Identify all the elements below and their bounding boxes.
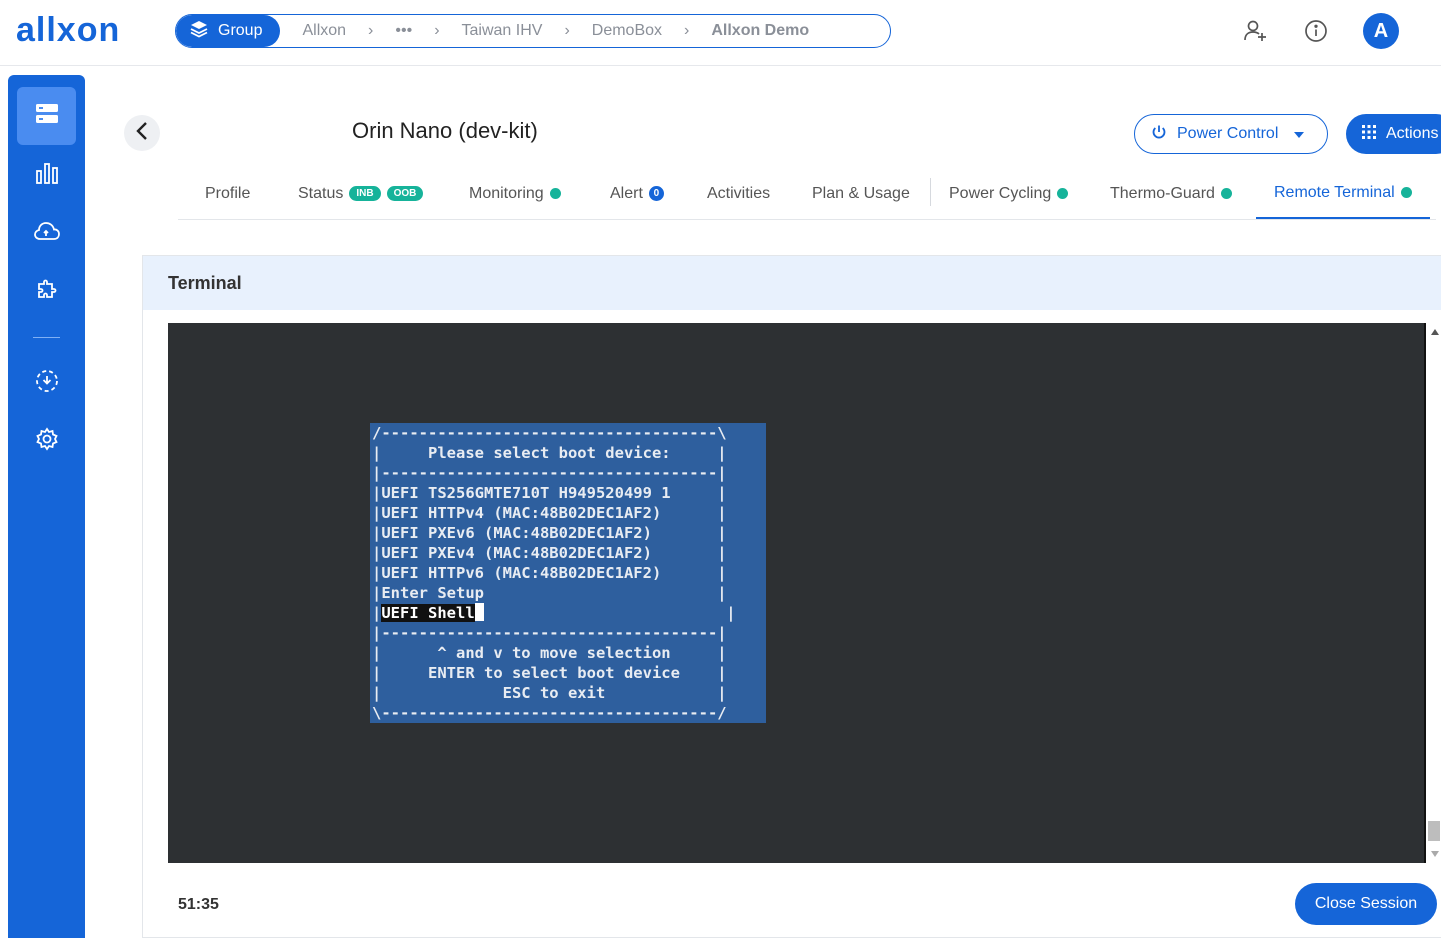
- grid-icon: [1362, 124, 1376, 144]
- sidebar-item-analytics[interactable]: [17, 146, 76, 204]
- boot-option: |UEFI PXEv6 (MAC:48B02DEC1AF2) |: [372, 524, 727, 542]
- tab-label: Profile: [205, 184, 251, 202]
- close-session-button[interactable]: Close Session: [1295, 883, 1437, 925]
- scroll-up-icon[interactable]: [1431, 329, 1439, 335]
- boot-line: |------------------------------------|: [372, 464, 727, 482]
- tab-bar: Profile Status INB OOB Monitoring Alert …: [178, 168, 1436, 220]
- sidebar: [8, 75, 85, 938]
- boot-option: |Enter Setup |: [372, 584, 727, 602]
- page-title: Orin Nano (dev-kit): [352, 118, 538, 143]
- boot-line: | Please select boot device: |: [372, 444, 727, 462]
- tab-label: Thermo-Guard: [1110, 184, 1215, 202]
- status-dot: [1057, 188, 1069, 199]
- caret-down-icon: [1294, 125, 1305, 143]
- allxon-logo[interactable]: allxon: [16, 12, 120, 48]
- chevron-left-icon: [135, 121, 149, 146]
- boot-option: |UEFI HTTPv4 (MAC:48B02DEC1AF2) |: [372, 504, 727, 522]
- session-timer: 51:35: [178, 896, 219, 913]
- sidebar-item-settings[interactable]: [17, 412, 76, 470]
- power-icon: [1151, 124, 1167, 145]
- status-dot: [1220, 188, 1232, 199]
- breadcrumb-item[interactable]: Allxon: [280, 22, 346, 40]
- status-badge-inb: INB: [349, 186, 381, 201]
- terminal-panel-title: Terminal: [143, 256, 1441, 310]
- scroll-down-icon[interactable]: [1431, 851, 1439, 857]
- tab-activities[interactable]: Activities: [707, 168, 770, 219]
- boot-help: | ESC to exit |: [372, 684, 727, 702]
- tab-monitoring[interactable]: Monitoring: [469, 168, 561, 219]
- sidebar-item-devices[interactable]: [17, 87, 76, 145]
- layers-icon: [190, 20, 208, 43]
- power-control-button[interactable]: Power Control: [1134, 114, 1328, 154]
- cloud-sync-icon: [33, 220, 61, 247]
- actions-label: Actions: [1386, 125, 1439, 142]
- sidebar-item-ota[interactable]: [17, 354, 76, 412]
- boot-line: |: [483, 604, 736, 622]
- plugin-icon: [35, 277, 59, 306]
- boot-option: |UEFI HTTPv6 (MAC:48B02DEC1AF2) |: [372, 564, 727, 582]
- alert-count-badge: 0: [648, 186, 664, 201]
- tab-label: Activities: [707, 184, 771, 202]
- tab-label: Remote Terminal: [1274, 183, 1395, 201]
- boot-help: | ENTER to select boot device |: [372, 664, 727, 682]
- tab-divider: [930, 178, 931, 206]
- boot-line: /------------------------------------\: [372, 424, 727, 442]
- tab-thermo-guard[interactable]: Thermo-Guard: [1110, 168, 1232, 219]
- tab-label: Power Cycling: [949, 184, 1052, 202]
- breadcrumb-current: Allxon Demo: [711, 22, 810, 39]
- tab-alert[interactable]: Alert 0: [610, 168, 664, 219]
- power-control-label: Power Control: [1177, 125, 1279, 142]
- chevron-right-icon: ›: [684, 22, 690, 39]
- breadcrumb-item[interactable]: Taiwan IHV: [440, 22, 543, 40]
- top-bar: allxon Group Allxon › ••• › Taiwan IHV ›…: [0, 0, 1441, 66]
- tab-label: Monitoring: [469, 184, 544, 202]
- back-button[interactable]: [124, 115, 160, 151]
- avatar[interactable]: A: [1363, 13, 1399, 49]
- terminal-scrollbar[interactable]: [1424, 323, 1441, 863]
- boot-option-selected: UEFI Shell: [381, 604, 475, 622]
- ota-icon: [34, 368, 60, 399]
- breadcrumb: Group Allxon › ••• › Taiwan IHV › DemoBo…: [175, 14, 891, 48]
- sidebar-item-cloud[interactable]: [17, 204, 76, 262]
- chart-icon: [35, 162, 59, 189]
- tab-plan-usage[interactable]: Plan & Usage: [812, 168, 910, 219]
- breadcrumb-group-label: Group: [218, 22, 263, 39]
- breadcrumb-group-button[interactable]: Group: [176, 15, 281, 47]
- terminal-cursor: [474, 603, 484, 621]
- status-dot: [549, 188, 561, 199]
- boot-option: |UEFI TS256GMTE710T H949520499 1 |: [372, 484, 727, 502]
- sidebar-divider: [33, 337, 60, 338]
- add-user-icon[interactable]: [1241, 17, 1269, 45]
- status-dot: [1400, 187, 1412, 198]
- terminal-panel: Terminal /------------------------------…: [142, 255, 1441, 938]
- boot-option: |UEFI PXEv4 (MAC:48B02DEC1AF2) |: [372, 544, 727, 562]
- devices-icon: [35, 103, 59, 130]
- scrollbar-thumb[interactable]: [1428, 821, 1440, 841]
- boot-help: | ^ and v to move selection |: [372, 644, 727, 662]
- sidebar-item-plugins[interactable]: [17, 262, 76, 320]
- info-icon[interactable]: [1302, 17, 1330, 45]
- breadcrumb-ellipsis[interactable]: •••: [373, 22, 412, 40]
- boot-line: |------------------------------------|: [372, 624, 727, 642]
- status-badge-oob: OOB: [386, 186, 424, 201]
- terminal-screen[interactable]: /------------------------------------\ |…: [168, 323, 1425, 863]
- settings-icon: [35, 426, 59, 456]
- tab-label: Alert: [610, 184, 643, 202]
- chevron-right-icon: ›: [564, 22, 570, 39]
- chevron-right-icon: ›: [434, 22, 440, 39]
- chevron-right-icon: ›: [368, 22, 374, 39]
- tab-status[interactable]: Status INB OOB: [298, 168, 424, 219]
- tab-power-cycling[interactable]: Power Cycling: [949, 168, 1069, 219]
- breadcrumb-item[interactable]: DemoBox: [570, 22, 662, 40]
- boot-menu-text: /------------------------------------\ |…: [372, 423, 766, 723]
- tab-label: Status: [298, 184, 344, 202]
- boot-line: |: [372, 604, 382, 622]
- boot-menu: /------------------------------------\ |…: [370, 423, 766, 723]
- tab-profile[interactable]: Profile: [205, 168, 250, 219]
- tab-remote-terminal[interactable]: Remote Terminal: [1256, 168, 1430, 219]
- boot-line: \------------------------------------/: [372, 704, 727, 722]
- tab-label: Plan & Usage: [812, 184, 910, 202]
- actions-button[interactable]: Actions: [1346, 114, 1441, 154]
